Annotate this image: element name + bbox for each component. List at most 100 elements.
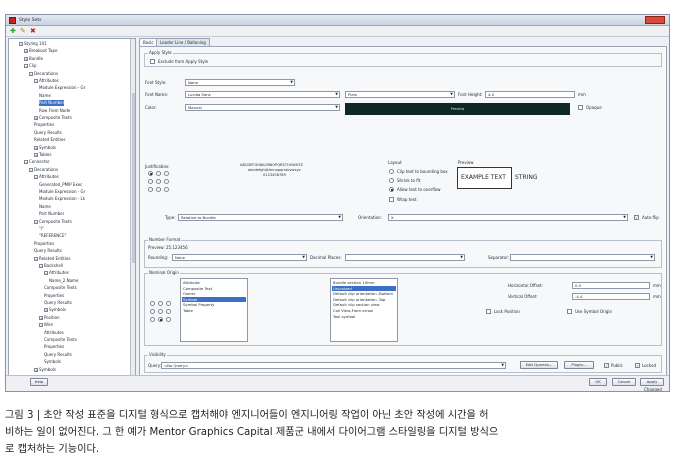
tree-scroll-thumb[interactable]: [132, 93, 135, 263]
justification-radio[interactable]: [156, 179, 161, 184]
collapse-icon[interactable]: −: [24, 160, 28, 165]
origin-item[interactable]: Bundle section 10mm: [332, 280, 396, 285]
justification-radio[interactable]: [164, 171, 169, 176]
origin-item[interactable]: Default clip section view: [332, 302, 396, 307]
origin-item-list[interactable]: Bundle section 10mm Unionized Default clip…: [330, 278, 398, 342]
tree-item[interactable]: −Wire: [39, 322, 53, 328]
expand-icon[interactable]: +: [24, 49, 28, 54]
origin-item[interactable]: Coil View-From arrow: [332, 308, 396, 313]
tree-item[interactable]: −Related Entities: [34, 256, 70, 262]
tree-item[interactable]: Query Results: [44, 300, 72, 306]
expand-icon[interactable]: +: [34, 145, 38, 150]
tree-item[interactable]: "REFERENCE": [39, 233, 66, 239]
tree-item[interactable]: +Symbols: [34, 367, 56, 373]
v-offset-input[interactable]: -4.4: [572, 293, 650, 300]
origin-item[interactable]: Default clip orientation -Top: [332, 297, 396, 302]
tree-item[interactable]: +Position: [39, 315, 60, 321]
cancel-button[interactable]: Cancel: [612, 378, 636, 386]
tree-item[interactable]: +Tables: [34, 152, 51, 158]
tree-item[interactable]: −Decorations: [29, 167, 58, 173]
tree-item[interactable]: +Symbols: [34, 145, 56, 151]
collapse-icon[interactable]: −: [19, 42, 23, 46]
justification-radio[interactable]: [164, 187, 169, 192]
tree-item[interactable]: −Composite Texts: [34, 219, 72, 225]
layout-option-radio[interactable]: [389, 178, 394, 183]
tree-item[interactable]: Name: [39, 93, 51, 99]
color-select[interactable]: Manual ▼: [185, 104, 340, 111]
expand-icon[interactable]: +: [39, 315, 43, 320]
tree-item[interactable]: −Backshell: [39, 263, 63, 269]
tree-item[interactable]: Name: [39, 204, 51, 210]
rounding-select[interactable]: None ▼: [172, 254, 307, 261]
expand-icon[interactable]: +: [34, 153, 38, 157]
add-icon[interactable]: ✚: [10, 28, 16, 35]
ok-button[interactable]: OK: [589, 378, 607, 386]
tree-item[interactable]: Properties: [44, 293, 64, 299]
apply-button[interactable]: Apply: [640, 378, 664, 386]
origin-position-radio[interactable]: [166, 317, 171, 322]
style-tree[interactable]: −Styling 101 +Breakout Tape +Bundle −Clip −D…: [8, 38, 136, 376]
help-button[interactable]: Help: [30, 378, 48, 386]
collapse-icon[interactable]: −: [39, 323, 43, 328]
tree-item[interactable]: −Clip: [24, 63, 37, 69]
delete-icon[interactable]: ✖: [30, 28, 36, 35]
close-button[interactable]: [645, 16, 665, 24]
tree-item[interactable]: −Decorations: [29, 71, 58, 77]
tree-item[interactable]: Query Results: [44, 352, 72, 358]
h-offset-input[interactable]: 0.0: [572, 282, 650, 289]
tree-item[interactable]: Module Expression - Gr: [39, 189, 85, 195]
exclude-checkbox[interactable]: [150, 59, 155, 64]
origin-category-list[interactable]: Attribute Composite Text Owner Symbol Symbol…: [180, 278, 248, 342]
tree-item[interactable]: +Composite Texts: [34, 115, 72, 121]
tree-item[interactable]: Query Results: [34, 248, 62, 254]
tree-item[interactable]: +Symbols: [44, 307, 66, 313]
lock-position-checkbox[interactable]: [486, 309, 491, 314]
collapse-icon[interactable]: −: [34, 79, 38, 83]
edit-queries-button[interactable]: Edit Queries...: [520, 361, 558, 369]
font-height-input[interactable]: 4.0: [485, 91, 575, 98]
justification-radio[interactable]: [148, 171, 153, 176]
layout-option-radio[interactable]: [389, 169, 394, 174]
tree-item[interactable]: Part Number: [39, 211, 64, 217]
tree-item[interactable]: Name_2.Name: [49, 278, 78, 284]
justification-radio[interactable]: [164, 179, 169, 184]
origin-category-item[interactable]: Owner: [182, 291, 246, 296]
tree-item[interactable]: Symbols: [44, 359, 61, 365]
origin-position-radio[interactable]: [150, 301, 155, 306]
tree-scrollbar[interactable]: [130, 39, 135, 375]
origin-category-item[interactable]: Symbol Property: [182, 302, 246, 307]
collapse-icon[interactable]: −: [39, 264, 43, 268]
tree-item[interactable]: Properties: [44, 344, 64, 350]
justification-radio[interactable]: [156, 171, 161, 176]
locked-checkbox[interactable]: ✓: [635, 363, 640, 368]
tree-item[interactable]: −Attributes: [34, 78, 59, 84]
justification-radio[interactable]: [156, 187, 161, 192]
tree-item[interactable]: Composite Texts: [44, 285, 77, 291]
origin-position-radio[interactable]: [166, 301, 171, 306]
wrap-text-checkbox[interactable]: [389, 197, 394, 202]
tree-item[interactable]: Properties: [34, 241, 54, 247]
type-select[interactable]: Relative to Bundle ▼: [178, 214, 343, 221]
use-symbol-origin-checkbox[interactable]: [567, 309, 572, 314]
tree-item[interactable]: Part Number: [39, 100, 65, 107]
tree-item[interactable]: Properties: [34, 122, 54, 128]
tab-basic[interactable]: Basic: [139, 38, 158, 46]
tree-item[interactable]: Row From Node: [39, 108, 70, 114]
origin-position-radio[interactable]: [158, 317, 163, 322]
query-select[interactable]: <No Query> ▼: [161, 362, 506, 369]
origin-position-radio[interactable]: [150, 317, 155, 322]
expand-icon[interactable]: +: [34, 367, 38, 372]
decimal-places-select[interactable]: ▼: [345, 254, 465, 261]
tree-item[interactable]: Composite Texts: [44, 337, 77, 343]
font-name-select[interactable]: Lucida Sans ▼: [185, 91, 340, 98]
expand-icon[interactable]: +: [44, 308, 48, 313]
tree-item[interactable]: "/": [39, 226, 44, 232]
tree-item[interactable]: Generated_PMIP Exec: [39, 182, 82, 188]
orientation-select[interactable]: X ▼: [388, 214, 628, 221]
tree-item[interactable]: −Connector: [24, 159, 50, 165]
tree-item[interactable]: −Attributes: [44, 270, 69, 276]
tree-item[interactable]: Module Expression - Gr: [39, 85, 85, 91]
tree-item[interactable]: Module Expression - Lk: [39, 196, 85, 202]
tree-item[interactable]: −Attributes: [34, 174, 59, 180]
origin-category-item[interactable]: Symbol: [182, 296, 246, 302]
